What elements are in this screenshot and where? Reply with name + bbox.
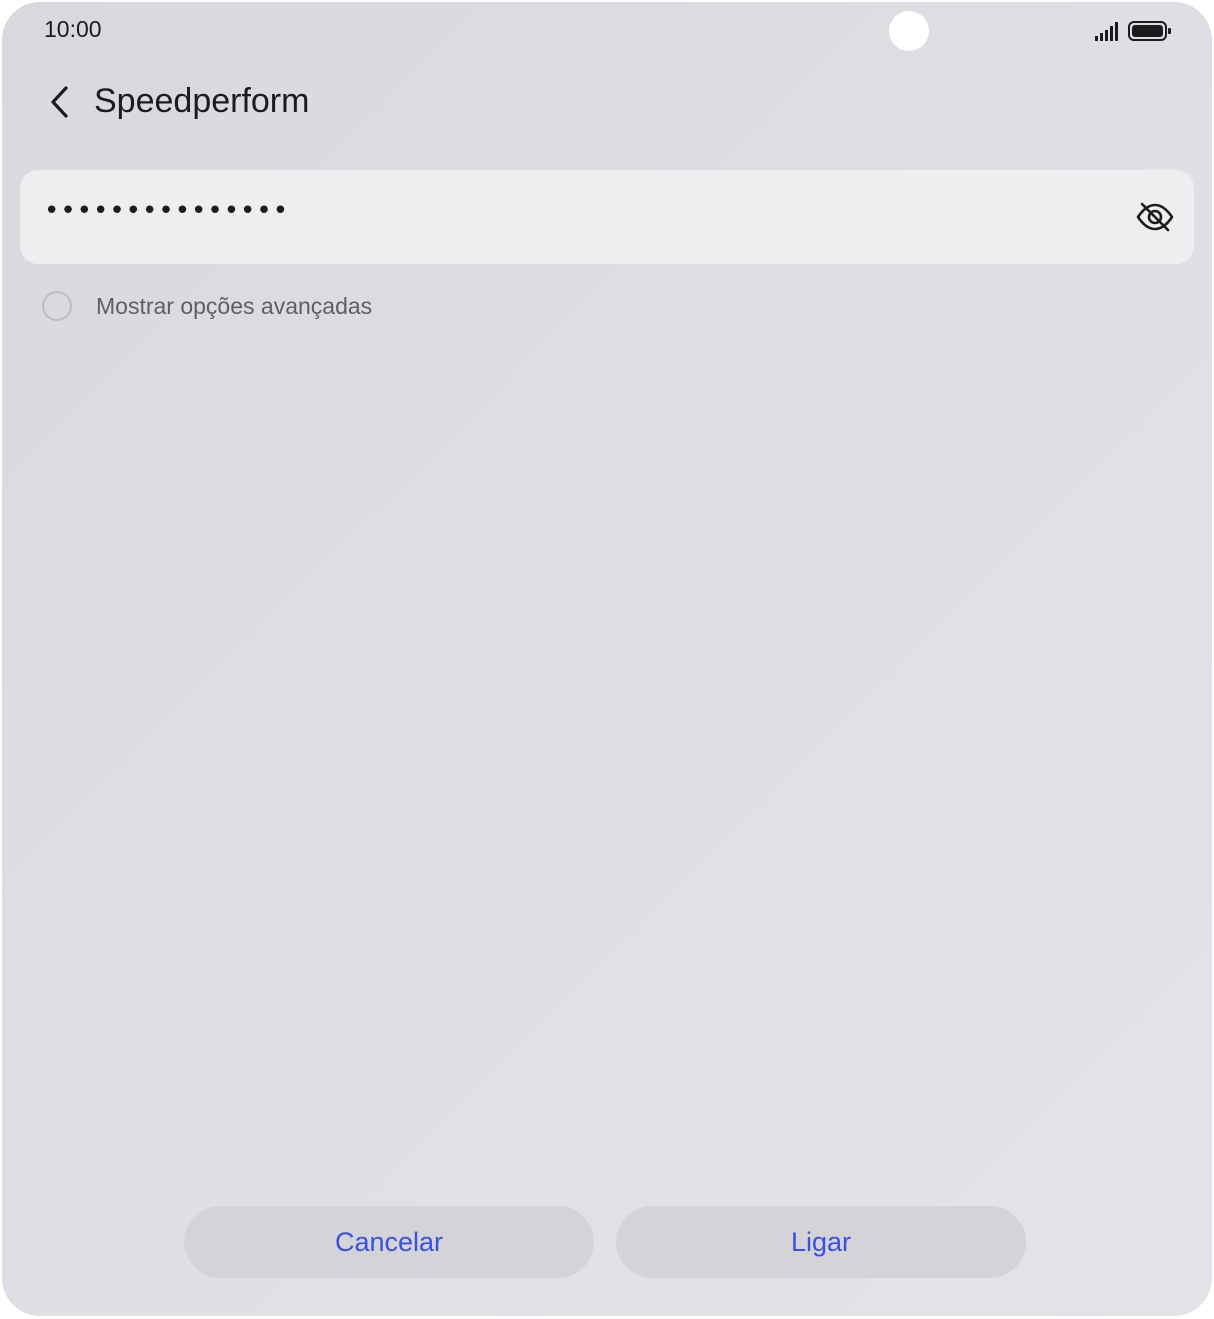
camera-cutout bbox=[889, 11, 929, 51]
back-button[interactable] bbox=[38, 80, 82, 124]
advanced-options-toggle[interactable]: Mostrar opções avançadas bbox=[42, 286, 372, 326]
app-bar: Speedperform bbox=[2, 62, 1212, 142]
eye-off-icon bbox=[1136, 202, 1174, 232]
chevron-left-icon bbox=[51, 86, 68, 118]
password-masked-value[interactable]: ••••••••••••••• bbox=[44, 196, 289, 226]
status-bar: 10:00 bbox=[2, 2, 1212, 62]
advanced-options-radio[interactable] bbox=[42, 291, 72, 321]
signal-icon bbox=[1095, 22, 1118, 41]
status-time: 10:00 bbox=[44, 16, 102, 42]
battery-icon bbox=[1128, 21, 1171, 41]
advanced-options-label: Mostrar opções avançadas bbox=[96, 292, 373, 319]
password-field[interactable]: ••••••••••••••• bbox=[20, 170, 1194, 264]
toggle-password-visibility-button[interactable] bbox=[1134, 198, 1176, 236]
connect-button[interactable]: Ligar bbox=[616, 1206, 1026, 1278]
page-title: Speedperform bbox=[94, 82, 310, 120]
cancel-button[interactable]: Cancelar bbox=[184, 1206, 594, 1278]
device-screen: 10:00 Speedperform ••••••••••••••• Mostr… bbox=[2, 2, 1212, 1316]
